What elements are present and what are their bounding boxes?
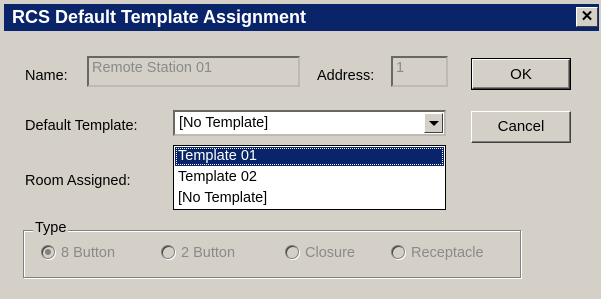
radio-label: Receptacle [411, 245, 484, 261]
radio-2-button[interactable]: 2 Button [161, 245, 235, 265]
rcs-dialog: RCS Default Template Assignment ✕ Name: … [0, 0, 601, 299]
radio-unchecked-icon [391, 245, 405, 260]
radio-checked-icon [41, 245, 55, 260]
name-label: Name: [25, 68, 68, 84]
radio-label: Closure [305, 245, 355, 261]
radio-8-button[interactable]: 8 Button [41, 245, 115, 265]
default-template-label: Default Template: [25, 118, 138, 134]
radio-unchecked-icon [161, 245, 175, 260]
dropdown-option-no-template[interactable]: [No Template] [175, 189, 444, 208]
dropdown-option-template-02[interactable]: Template 02 [175, 168, 444, 187]
address-field[interactable]: 1 [391, 56, 448, 87]
radio-unchecked-icon [285, 245, 299, 260]
radio-receptacle[interactable]: Receptacle [391, 245, 484, 265]
dropdown-option-template-01[interactable]: Template 01 [175, 147, 444, 166]
radio-label: 2 Button [181, 245, 236, 261]
close-button[interactable]: ✕ [576, 7, 598, 27]
ok-button[interactable]: OK [471, 58, 571, 90]
default-template-value: [No Template] [179, 115, 269, 131]
default-template-select[interactable]: [No Template] [173, 110, 446, 136]
radio-closure[interactable]: Closure [285, 245, 355, 265]
window-title: RCS Default Template Assignment [12, 7, 307, 27]
name-field[interactable]: Remote Station 01 [87, 56, 300, 87]
close-icon: ✕ [580, 8, 594, 25]
title-bar[interactable]: RCS Default Template Assignment ✕ [4, 4, 599, 31]
radio-label: 8 Button [61, 245, 116, 261]
room-assigned-label: Room Assigned: [25, 173, 131, 189]
address-label: Address: [317, 68, 375, 84]
cancel-button[interactable]: Cancel [471, 111, 571, 143]
template-dropdown-list: Template 01 Template 02 [No Template] [173, 145, 446, 210]
dropdown-arrow-icon[interactable] [424, 113, 443, 133]
type-group-title: Type [33, 220, 69, 236]
